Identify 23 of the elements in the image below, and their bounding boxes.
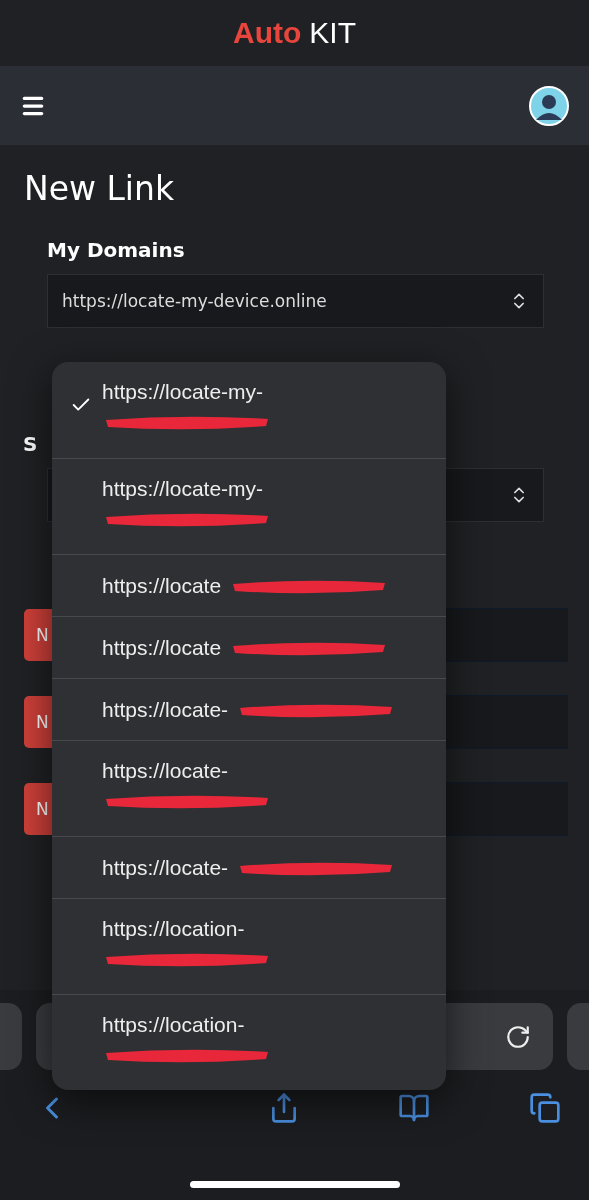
dropdown-option[interactable]: https://locate- [52,836,446,898]
field-label: S [23,432,39,456]
input-field[interactable] [445,695,568,749]
action-button[interactable]: N [24,609,52,661]
dropdown-option[interactable]: https://locate-my- [52,362,446,458]
field-label: My Domains [47,238,186,262]
dropdown-option[interactable]: https://locate- [52,678,446,740]
input-field[interactable] [445,782,568,836]
dropdown-option[interactable]: https://location- [52,898,446,994]
avatar-icon[interactable] [529,85,569,126]
input-field[interactable] [445,608,568,662]
bookmarks-icon[interactable] [398,1092,431,1124]
dropdown-option[interactable]: https://locate [52,554,446,616]
action-button[interactable]: N [24,783,52,835]
page-title: New Link [24,169,176,208]
tabs-icon[interactable] [529,1092,561,1124]
action-button[interactable]: N [24,696,52,748]
brand-logo: Auto KIT [232,15,357,51]
dropdown-option[interactable]: https://locate- [52,740,446,836]
dropdown-option[interactable]: https://locate-my- [52,458,446,554]
domain-select[interactable]: https://locate-my-device.online [47,274,544,328]
reload-icon[interactable] [505,1023,531,1050]
dropdown-option[interactable]: https://locate [52,616,446,678]
